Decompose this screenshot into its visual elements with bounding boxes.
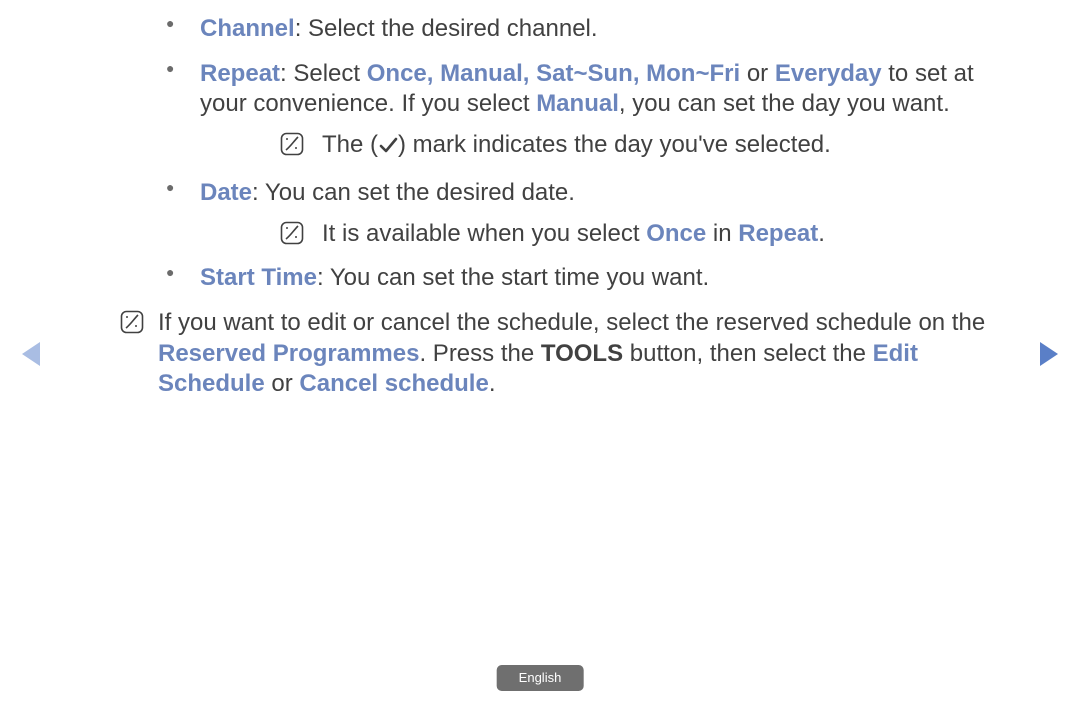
- date-text: : You can set the desired date.: [252, 179, 575, 206]
- page-content: Channel: Select the desired channel. Rep…: [120, 14, 1025, 400]
- repeat-everyday: Everyday: [775, 60, 882, 87]
- arrow-left-icon: [18, 340, 46, 368]
- edit-note-reserved: Reserved Programmes: [158, 340, 419, 367]
- edit-cancel-note: If you want to edit or cancel the schedu…: [120, 308, 1025, 400]
- repeat-opts: Once, Manual, Sat~Sun, Mon~Fri: [367, 60, 740, 87]
- repeat-note-pre: The (: [322, 131, 378, 158]
- edit-note-tools: TOOLS: [541, 340, 623, 367]
- repeat-post2: , you can set the day you want.: [619, 90, 950, 117]
- date-note-in: in: [706, 220, 738, 247]
- edit-note-or: or: [265, 370, 300, 397]
- arrow-right-icon: [1034, 340, 1062, 368]
- check-icon: [378, 133, 398, 164]
- repeat-label: Repeat: [200, 60, 280, 87]
- bullet-start-time: Start Time: You can set the start time y…: [120, 263, 1025, 294]
- note-icon: [280, 132, 304, 156]
- next-page-button[interactable]: [1034, 340, 1062, 368]
- edit-note-mid2: button, then select the: [623, 340, 873, 367]
- date-note-pre: It is available when you select: [322, 220, 646, 247]
- repeat-pre: : Select: [280, 60, 367, 87]
- start-label: Start Time: [200, 264, 317, 291]
- repeat-note-post: ) mark indicates the day you've selected…: [398, 131, 831, 158]
- bullet-date: Date: You can set the desired date. It i…: [120, 178, 1025, 249]
- edit-note-pre: If you want to edit or cancel the schedu…: [158, 309, 985, 336]
- edit-note-post: .: [489, 370, 496, 397]
- date-label: Date: [200, 179, 252, 206]
- edit-note-cancel: Cancel schedule: [299, 370, 488, 397]
- note-icon: [120, 310, 144, 334]
- repeat-manual: Manual: [536, 90, 619, 117]
- note-icon: [280, 221, 304, 245]
- prev-page-button[interactable]: [18, 340, 46, 368]
- language-badge: English: [497, 665, 584, 691]
- repeat-note-row: The ( ) mark indicates the day you've se…: [200, 130, 1025, 164]
- date-note-once: Once: [646, 220, 706, 247]
- channel-label: Channel: [200, 15, 295, 42]
- date-note-repeat: Repeat: [738, 220, 818, 247]
- bullet-channel: Channel: Select the desired channel.: [120, 14, 1025, 45]
- date-note-post: .: [818, 220, 825, 247]
- bullet-repeat: Repeat: Select Once, Manual, Sat~Sun, Mo…: [120, 59, 1025, 164]
- date-note-row: It is available when you select Once in …: [200, 219, 1025, 250]
- channel-text: : Select the desired channel.: [295, 15, 598, 42]
- edit-note-mid1: . Press the: [419, 340, 540, 367]
- repeat-or: or: [740, 60, 775, 87]
- start-text: : You can set the start time you want.: [317, 264, 709, 291]
